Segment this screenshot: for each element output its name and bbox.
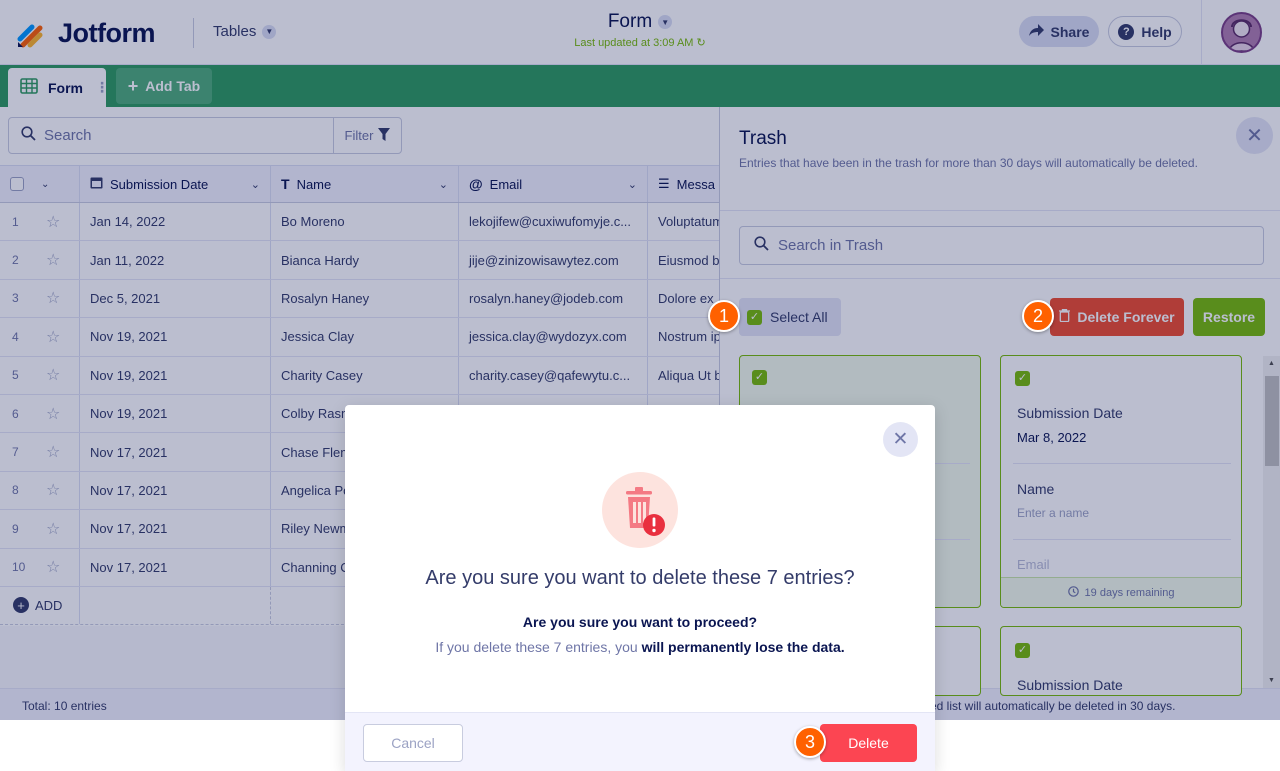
dialog-title: Are you sure you want to delete these 7 … <box>425 567 855 589</box>
dialog-warning-emphasis: will permanently lose the data. <box>641 639 845 655</box>
dialog-footer: Cancel Delete <box>345 712 935 771</box>
dialog-question: Are you sure you want to proceed? <box>522 614 758 630</box>
step-badge-1: 1 <box>708 300 740 332</box>
delete-label: Delete <box>848 735 889 751</box>
close-icon[interactable]: ✕ <box>883 422 918 457</box>
dialog-warning-text: If you delete these 7 entries, you will … <box>435 639 845 655</box>
cancel-label: Cancel <box>391 735 435 751</box>
cancel-button[interactable]: Cancel <box>363 724 463 762</box>
step-badge-2: 2 <box>1022 300 1054 332</box>
step-badge-3: 3 <box>794 726 826 758</box>
delete-button[interactable]: Delete <box>820 724 917 762</box>
delete-confirm-dialog: ✕ Are you sure you want to delete these … <box>345 405 935 771</box>
trash-warning-icon <box>602 472 678 548</box>
